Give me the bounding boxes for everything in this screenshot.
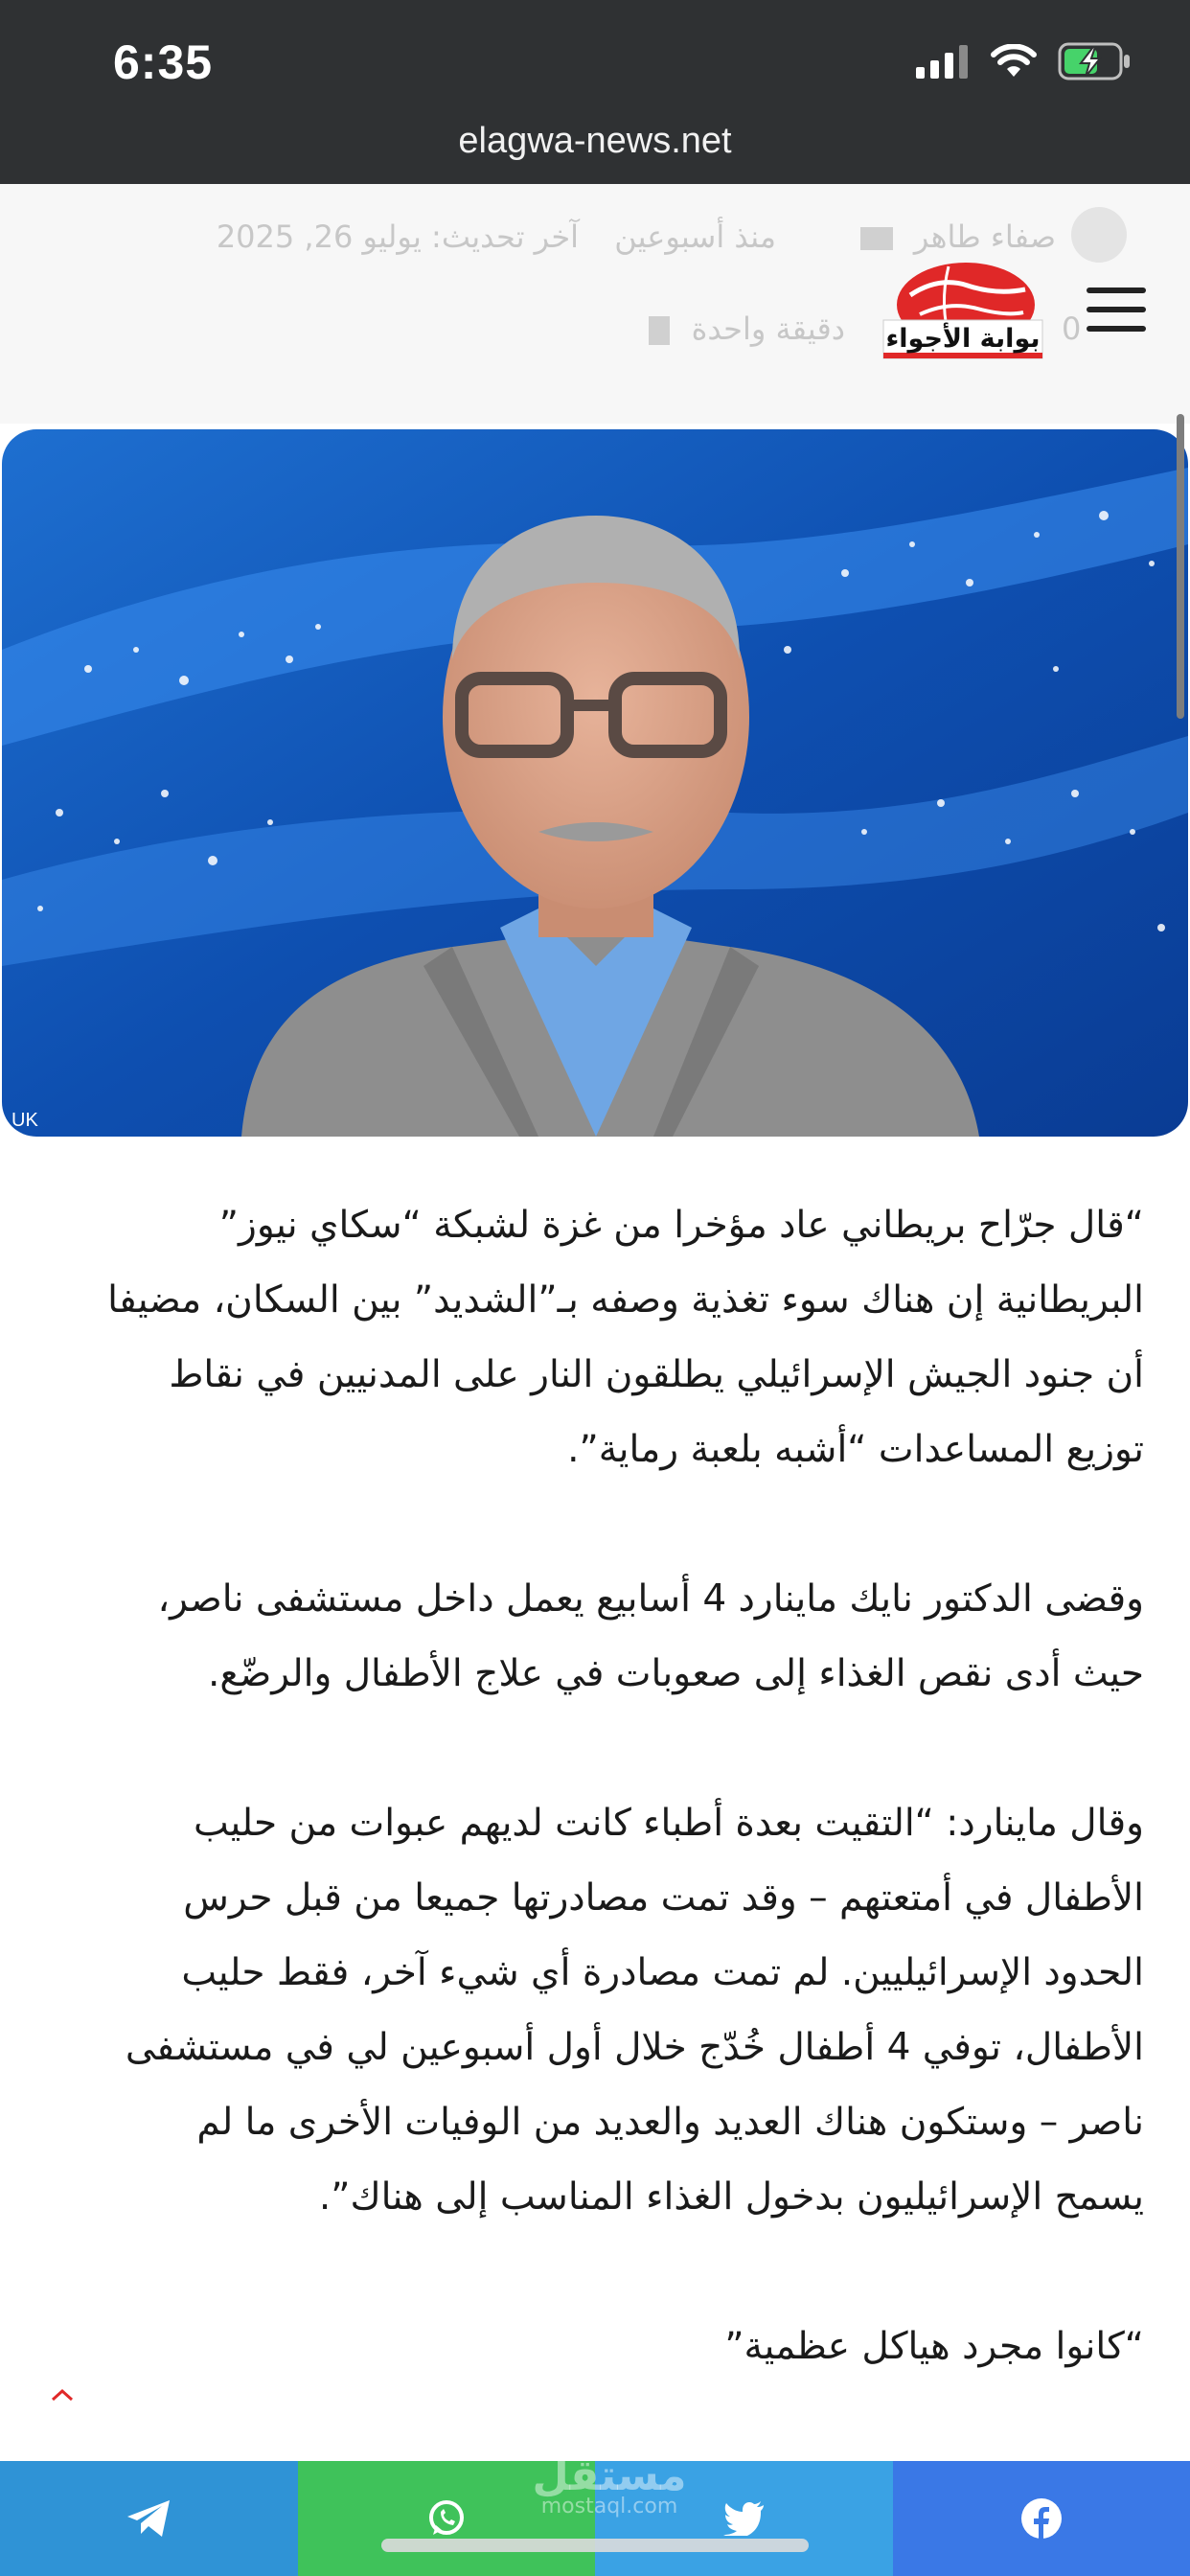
author-name[interactable]: صفاء طاهر — [914, 218, 1056, 255]
mail-icon — [859, 227, 893, 250]
hero-image: UK — [2, 429, 1188, 1137]
author-avatar — [1071, 207, 1127, 263]
article-subheading: “كانوا مجرد هياكل عظمية” — [724, 2325, 1144, 2368]
facebook-icon — [1020, 2498, 1062, 2540]
article-body: “قال جرّاح بريطاني عاد مؤخرا من غزة لشبك… — [96, 1188, 1144, 2459]
scroll-to-top-chevron-up-icon[interactable] — [50, 2377, 75, 2410]
updated-date: آخر تحديث: يوليو 26, 2025 — [216, 218, 579, 255]
article-paragraph: “قال جرّاح بريطاني عاد مؤخرا من غزة لشبك… — [107, 1204, 1144, 1471]
read-time: دقيقة واحدة — [649, 310, 845, 347]
home-indicator[interactable] — [381, 2539, 809, 2552]
signal-icon — [916, 45, 968, 79]
logo-text: بوابة الأجواء — [885, 324, 1041, 354]
article-paragraph: وقال ماينارد: “التقيت بعدة أطباء كانت لد… — [125, 1802, 1144, 2219]
article-paragraph: وقضى الدكتور نايك ماينارد 4 أسابيع يعمل … — [157, 1577, 1144, 1695]
watermark-sub: mostaql.com — [540, 2495, 678, 2518]
watermark: مستقل mostaql.com — [514, 2451, 705, 2518]
bookmark-icon — [649, 316, 671, 345]
whatsapp-icon — [428, 2500, 464, 2535]
twitter-icon — [723, 2501, 765, 2536]
scrollbar-thumb[interactable] — [1177, 414, 1184, 719]
status-time: 6:35 — [113, 35, 214, 89]
watermark-text: مستقل — [532, 2451, 687, 2500]
published-time: منذ أسبوعين — [614, 218, 776, 255]
author-meta: صفاء طاهر — [859, 218, 1056, 255]
share-facebook-button[interactable] — [892, 2461, 1190, 2576]
share-telegram-button[interactable] — [0, 2461, 298, 2576]
address-bar-url[interactable]: elagwa-news.net — [0, 121, 1190, 162]
wifi-icon — [991, 44, 1037, 77]
telegram-icon — [127, 2500, 171, 2537]
status-icons — [916, 42, 1133, 80]
comment-count: 0 — [1062, 310, 1082, 347]
site-logo[interactable]: بوابة الأجواء — [881, 257, 1044, 364]
hamburger-menu-icon[interactable] — [1087, 288, 1146, 337]
hero-caption: UK — [11, 1110, 38, 1131]
battery-charging-icon — [1058, 42, 1130, 80]
read-time-label: دقيقة واحدة — [691, 310, 845, 347]
status-bar: 6:35 elagwa-news.net — [0, 0, 1190, 184]
